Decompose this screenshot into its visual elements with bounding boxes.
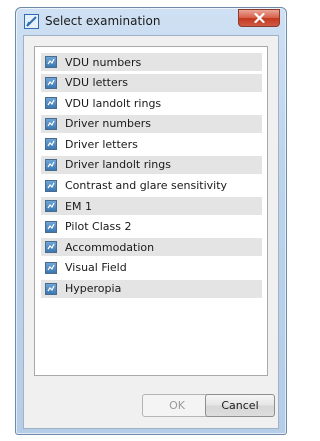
list-item-label: VDU letters — [65, 76, 129, 90]
list-item[interactable]: Pilot Class 2 — [41, 218, 262, 236]
close-button[interactable] — [238, 9, 280, 27]
examination-item-icon — [45, 179, 57, 192]
list-item-label: Contrast and glare sensitivity — [65, 179, 228, 193]
select-examination-dialog: Select examination VDU numbers VDU letter… — [15, 7, 287, 435]
examination-list[interactable]: VDU numbers VDU letters VDU landolt rings D… — [34, 46, 268, 376]
dialog-body: VDU numbers VDU letters VDU landolt rings D… — [23, 35, 279, 429]
list-item[interactable]: Driver landolt rings — [41, 155, 262, 174]
list-item-label: Driver landolt rings — [65, 158, 171, 172]
list-item[interactable]: Visual Field — [41, 259, 262, 277]
examination-item-icon — [45, 138, 57, 151]
list-item-label: EM 1 — [65, 199, 92, 213]
examination-item-icon — [45, 282, 57, 295]
examination-item-icon — [45, 117, 57, 130]
examination-item-icon — [45, 158, 57, 171]
list-item[interactable]: Accommodation — [41, 238, 262, 257]
list-item[interactable]: EM 1 — [41, 197, 262, 216]
list-item-label: Visual Field — [65, 261, 127, 275]
window-title: Select examination — [45, 14, 161, 28]
list-item-label: Driver letters — [65, 137, 138, 151]
examination-item-icon — [45, 76, 57, 89]
list-item[interactable]: VDU numbers — [41, 53, 262, 71]
examination-item-icon — [45, 56, 57, 68]
list-item[interactable]: Hyperopia — [41, 279, 262, 298]
list-item[interactable]: Contrast and glare sensitivity — [41, 177, 262, 195]
list-item[interactable]: VDU landolt rings — [41, 94, 262, 112]
list-item-label: VDU numbers — [65, 55, 142, 69]
list-item[interactable]: Driver numbers — [41, 114, 262, 133]
close-icon — [254, 13, 265, 23]
title-bar[interactable]: Select examination — [16, 8, 286, 34]
list-item-label: Driver numbers — [65, 117, 152, 131]
list-item-label: Hyperopia — [65, 282, 122, 296]
examination-item-icon — [45, 241, 57, 254]
cancel-button[interactable]: Cancel — [205, 394, 275, 417]
list-item-label: Pilot Class 2 — [65, 220, 132, 234]
examination-item-icon — [45, 97, 57, 110]
list-item-label: VDU landolt rings — [65, 96, 162, 110]
list-item[interactable]: Driver letters — [41, 135, 262, 153]
app-icon — [24, 14, 39, 29]
list-item[interactable]: VDU letters — [41, 73, 262, 92]
ok-button[interactable]: OK — [142, 394, 212, 417]
examination-item-icon — [45, 200, 57, 213]
examination-item-icon — [45, 261, 57, 274]
list-item-label: Accommodation — [65, 240, 155, 254]
examination-item-icon — [45, 220, 57, 233]
